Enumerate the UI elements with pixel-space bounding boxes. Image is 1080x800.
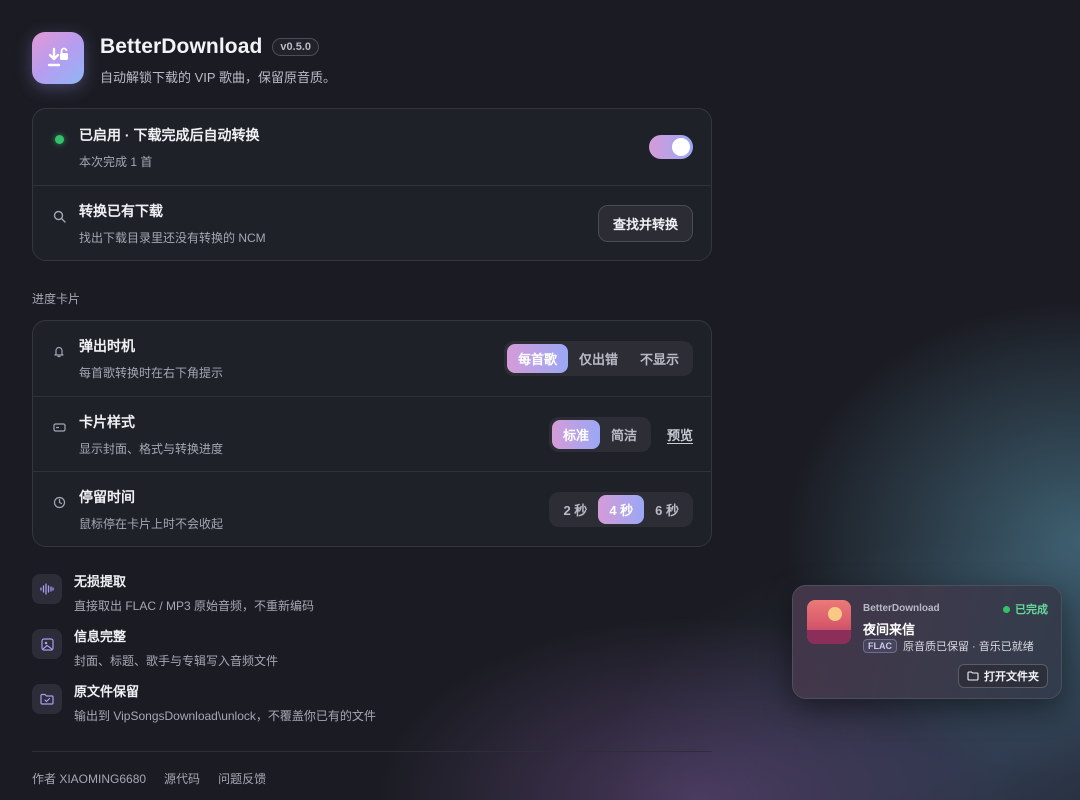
source-code-link[interactable]: 源代码 (164, 770, 200, 787)
feature-title: 信息完整 (74, 629, 127, 644)
popup-timing-segmented: 每首歌 仅出错 不显示 (503, 341, 693, 376)
success-dot-icon (1003, 605, 1010, 613)
card-style-desc: 显示封面、格式与转换进度 (79, 441, 224, 456)
toast-status: 已完成 (1003, 601, 1048, 617)
feature-list: 无损提取 直接取出 FLAC / MP3 原始音频，不重新编码 信息完整 封面、… (32, 571, 712, 736)
toast-song-title: 夜间来信 (863, 622, 916, 637)
popup-option-every-song[interactable]: 每首歌 (506, 344, 568, 373)
duration-option-4s[interactable]: 4 秒 (598, 494, 645, 524)
version-badge: v0.5.0 (272, 38, 320, 56)
stay-duration-row: 停留时间 鼠标停在卡片上时不会收起 2 秒 4 秒 6 秒 (33, 471, 711, 546)
duration-option-6s[interactable]: 6 秒 (644, 495, 690, 524)
feature-item: 原文件保留 输出到 VipSongsDownload\unlock，不覆盖你已有… (32, 681, 712, 736)
popup-option-errors-only[interactable]: 仅出错 (568, 344, 629, 373)
author-label: 作者 XIAOMING6680 (32, 772, 147, 786)
clock-icon (51, 494, 67, 510)
toast-status-label: 已完成 (1015, 604, 1048, 616)
toast-app-name: BetterDownload (863, 603, 940, 614)
folder-check-icon (32, 684, 62, 714)
status-dot-icon (51, 131, 67, 147)
open-folder-button[interactable]: 打开文件夹 (958, 664, 1048, 688)
progress-card-settings: 弹出时机 每首歌转换时在右下角提示 每首歌 仅出错 不显示 卡片样式 显示封面、… (32, 320, 712, 547)
card-style-icon (51, 419, 67, 435)
card-style-segmented: 标准 简洁 (548, 416, 651, 452)
preview-link[interactable]: 预览 (667, 425, 693, 444)
feature-item: 无损提取 直接取出 FLAC / MP3 原始音频，不重新编码 (32, 571, 712, 626)
convert-existing-desc: 找出下载目录里还没有转换的 NCM (79, 230, 266, 245)
feedback-link[interactable]: 问题反馈 (218, 770, 266, 787)
main-settings-card: 已启用 · 下载完成后自动转换 本次完成 1 首 转换已有下载 找出下载目录里还… (32, 108, 712, 261)
popup-timing-row: 弹出时机 每首歌转换时在右下角提示 每首歌 仅出错 不显示 (33, 321, 711, 396)
auto-convert-desc: 本次完成 1 首 (79, 154, 153, 169)
style-option-compact[interactable]: 简洁 (600, 420, 648, 449)
auto-convert-toggle[interactable] (649, 135, 693, 159)
convert-existing-title: 转换已有下载 (79, 202, 163, 219)
app-title: BetterDownload (100, 35, 263, 58)
download-unlock-icon (32, 32, 84, 84)
progress-toast: BetterDownload 已完成 夜间来信 FLAC 原音质已保留 · 音乐… (792, 585, 1062, 699)
popup-option-never[interactable]: 不显示 (629, 344, 690, 373)
toast-meta: FLAC 原音质已保留 · 音乐已就绪 (863, 638, 1034, 654)
duration-option-2s[interactable]: 2 秒 (552, 495, 598, 524)
album-cover (807, 600, 851, 644)
toast-meta-text: 原音质已保留 · 音乐已就绪 (903, 641, 1034, 653)
stay-duration-desc: 鼠标停在卡片上时不会收起 (79, 516, 224, 531)
feature-desc: 封面、标题、歌手与专辑写入音频文件 (74, 654, 279, 668)
feature-title: 无损提取 (74, 574, 127, 589)
feature-title: 原文件保留 (74, 684, 140, 699)
convert-existing-row: 转换已有下载 找出下载目录里还没有转换的 NCM 查找并转换 (33, 185, 711, 260)
open-folder-label: 打开文件夹 (984, 671, 1039, 683)
find-and-convert-button[interactable]: 查找并转换 (597, 204, 693, 242)
popup-timing-title: 弹出时机 (79, 338, 135, 354)
toggle-knob (672, 138, 690, 156)
stay-duration-segmented: 2 秒 4 秒 6 秒 (549, 491, 693, 527)
search-icon (51, 208, 67, 224)
progress-card-section-label: 进度卡片 (32, 292, 81, 306)
auto-convert-title: 已启用 · 下载完成后自动转换 (79, 126, 260, 143)
feature-item: 信息完整 封面、标题、歌手与专辑写入音频文件 (32, 626, 712, 681)
feature-desc: 输出到 VipSongsDownload\unlock，不覆盖你已有的文件 (74, 709, 376, 723)
auto-convert-row: 已启用 · 下载完成后自动转换 本次完成 1 首 (33, 109, 711, 185)
format-badge: FLAC (863, 639, 897, 653)
image-icon (32, 629, 62, 659)
card-style-row: 卡片样式 显示封面、格式与转换进度 标准 简洁 预览 (33, 396, 711, 471)
feature-desc: 直接取出 FLAC / MP3 原始音频，不重新编码 (74, 599, 315, 613)
waveform-icon (32, 574, 62, 604)
stay-duration-title: 停留时间 (79, 488, 135, 505)
app-header: BetterDownload v0.5.0 自动解锁下载的 VIP 歌曲，保留原… (32, 32, 712, 85)
popup-timing-desc: 每首歌转换时在右下角提示 (79, 366, 224, 380)
bell-icon (51, 343, 67, 359)
folder-icon (967, 671, 979, 681)
footer: 作者 XIAOMING6680 源代码 问题反馈 (32, 751, 712, 787)
app-subtitle: 自动解锁下载的 VIP 歌曲，保留原音质。 (100, 70, 336, 85)
style-option-standard[interactable]: 标准 (551, 419, 600, 449)
card-style-title: 卡片样式 (79, 413, 135, 430)
